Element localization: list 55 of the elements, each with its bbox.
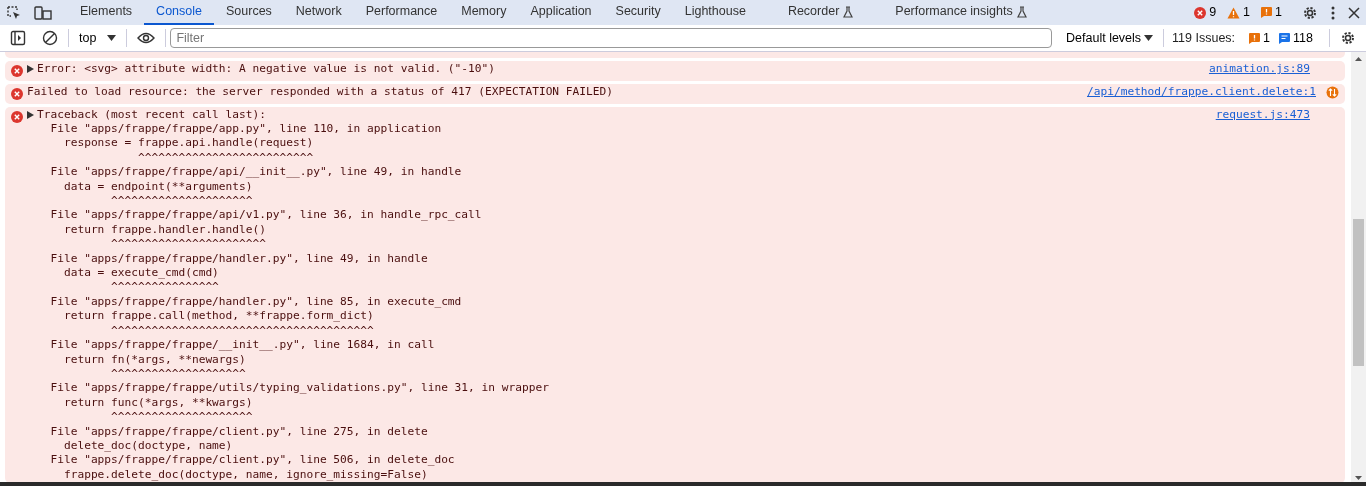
more-options-icon xyxy=(1330,4,1336,21)
count-text: 118 xyxy=(1293,29,1313,47)
count-text: 9 xyxy=(1209,4,1217,22)
message-text: Error: <svg> attribute width: A negative value is not valid. ("-10") xyxy=(37,62,496,77)
caret-icon xyxy=(1144,35,1154,41)
tab[interactable]: Elements xyxy=(68,0,145,25)
sidebar-toggle-icon xyxy=(10,30,26,46)
error-icon xyxy=(11,110,23,123)
count-text: 1 xyxy=(1263,29,1271,47)
scrollbar[interactable] xyxy=(1351,52,1366,485)
tab[interactable]: Memory xyxy=(449,0,519,25)
error-icon xyxy=(1194,6,1207,19)
source-link[interactable]: animation.js:89 xyxy=(1208,62,1310,77)
caret-icon xyxy=(107,35,117,41)
error-icon xyxy=(11,87,23,100)
tab[interactable]: Sources xyxy=(214,0,284,25)
issue-counters-button[interactable]: 9 1 1 xyxy=(1188,0,1296,25)
settings-icon xyxy=(1340,30,1356,46)
source-link[interactable]: request.js:473 xyxy=(1215,107,1310,122)
tab[interactable]: Network xyxy=(283,0,354,25)
device-toolbar-icon xyxy=(34,4,52,21)
error-icon xyxy=(11,65,23,77)
scrollbar-thumb[interactable] xyxy=(1353,219,1364,366)
settings-icon xyxy=(1302,4,1318,21)
eye-icon xyxy=(137,32,156,44)
flask-icon xyxy=(1016,5,1027,18)
tab[interactable]: Security xyxy=(603,0,673,25)
issue-icon xyxy=(1261,7,1273,18)
close-icon xyxy=(1348,6,1360,19)
count-text: 1 xyxy=(1275,4,1282,22)
expand-button[interactable] xyxy=(27,62,34,76)
filter-field[interactable]: Filter xyxy=(170,28,1053,48)
issue-icon xyxy=(1249,32,1261,44)
issues-label: 119 Issues: xyxy=(1171,29,1237,47)
tab[interactable]: Lighthouse xyxy=(672,0,758,25)
tab[interactable]: Application xyxy=(518,0,604,25)
tab[interactable]: Recorder xyxy=(775,0,866,25)
expand-triangle-icon xyxy=(27,65,34,73)
network-request-icon xyxy=(1326,86,1339,100)
expand-triangle-icon xyxy=(27,110,34,119)
source-link[interactable]: /api/method/frappe.client.delete:1 xyxy=(1087,84,1316,100)
count-text: 1 xyxy=(1243,4,1251,22)
message-text: Failed to load resource: the server responded with a status of 417 (EXPECTATION FAILED) xyxy=(27,84,614,100)
clear-console-icon xyxy=(42,30,58,46)
tab[interactable]: Performance xyxy=(353,0,450,25)
log-levels-dropdown[interactable]: Default levels xyxy=(1060,28,1160,48)
warning-icon xyxy=(1227,6,1241,19)
context-dropdown[interactable]: top xyxy=(73,28,123,48)
message-text: Traceback (most recent call last): File "apps/frappe/frappe/app.py", line 110, in application response = frappe.api.handle(request) ^^^^^^^^^^^^^^^^^^^^^^^^^^ File "apps/frappe/frappe/api/__init__.py", line 49, in handle data = endpoint(**arguments) ^^^^^^^^^^^^^^^^^^^^^ File "apps/frappe/frappe/api/v1.py", line 36, in handle_rpc_call return frappe.handler.handle() ^^^^^^^^^^^^^^^^^^^^^^^ File "apps/frappe/frappe/handler.py", line 49, in handle data = execute_cmd(cmd) ^^^^^^^^^^^^^^^^ File "apps/frappe/frappe/handler.py", line 85, in execute_cmd return frappe.call(method, **frappe.form_dict) ^^^^^^^^^^^^^^^^^^^^^^^^^^^^^^^^^^^^^^^ File "apps/frappe/frappe/__init__.py", line 1684, in call return fn(*args, **newargs) ^^^^^^^^^^^^^^^^^^^^ File "apps/frappe/frappe/utils/typing_validations.py", line 31, in wrapper return func(*args, **kwargs) ^^^^^^^^^^^^^^^^^^^^^ File "apps/frappe/frappe/client.py", line 275, in delete delete_doc(doctype, name) File "apps/frappe/frappe/client.py", line 506, in delete_doc frappe.delete_doc(doctype, name, ignore_missing=False) xyxy=(37,107,550,483)
tab[interactable]: Console xyxy=(144,0,214,25)
flask-icon xyxy=(843,5,854,18)
issues-button[interactable]: 1 118 xyxy=(1243,28,1325,48)
message-icon xyxy=(1279,32,1291,44)
inspect-icon xyxy=(6,4,22,21)
tab[interactable]: Performance insights xyxy=(883,0,1039,25)
